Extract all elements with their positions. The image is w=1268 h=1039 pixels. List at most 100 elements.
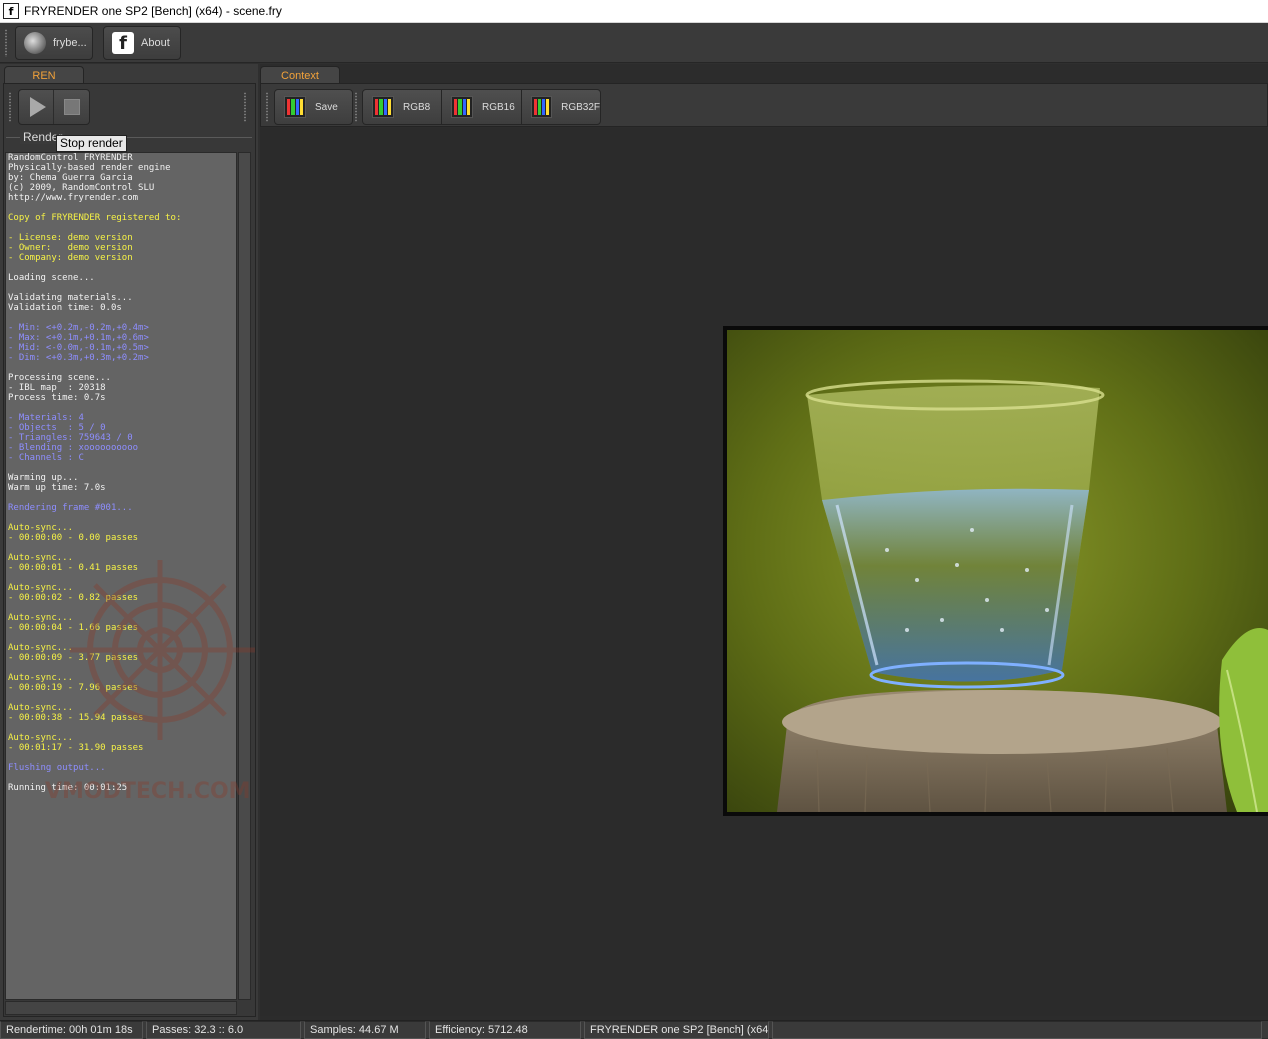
log-line: - Max: <+0.1m,+0.1m,+0.6m>	[8, 333, 149, 343]
log-line: Physically-based render engine	[8, 163, 171, 173]
log-line: Auto-sync...	[8, 673, 74, 683]
log-line: Auto-sync...	[8, 583, 74, 593]
log-line: - 00:00:09 - 3.77 passes	[8, 653, 139, 663]
log-line: Validating materials...	[8, 293, 133, 303]
log-line: - 00:00:38 - 15.94 passes	[8, 713, 144, 723]
tab-context[interactable]: Context	[260, 66, 340, 84]
facebook-icon: f	[112, 32, 134, 54]
log-line: - 00:00:02 - 0.82 passes	[8, 593, 139, 603]
samples-label: Samples:	[310, 1024, 356, 1036]
log-line: - 00:00:04 - 1.66 passes	[8, 623, 139, 633]
log-line: Flushing output...	[8, 763, 106, 773]
rendered-glass-scene	[727, 330, 1268, 812]
save-button[interactable]: Save	[274, 89, 353, 125]
log-line: - 00:00:01 - 0.41 passes	[8, 563, 139, 573]
log-line: - Company: demo version	[8, 253, 133, 263]
window-title: FRYRENDER one SP2 [Bench] (x64) - scene.…	[24, 4, 282, 18]
save-button-label: Save	[315, 101, 338, 113]
context-toolbar-grip-2[interactable]	[354, 92, 358, 122]
main-toolbar: frybe... f About	[0, 23, 1268, 63]
status-product: FRYRENDER one SP2 [Bench] (x64)	[584, 1021, 769, 1039]
log-line: Auto-sync...	[8, 703, 74, 713]
log-line: Warming up...	[8, 473, 79, 483]
log-line: Auto-sync...	[8, 643, 74, 653]
save-image-icon	[284, 96, 306, 118]
rgb32f-icon	[531, 96, 553, 118]
status-passes: Passes: 32.3 :: 6.0	[146, 1021, 301, 1039]
rendertime-value: 00h 01m 18s	[68, 1024, 133, 1036]
about-button-label: About	[141, 37, 170, 49]
log-line: Processing scene...	[8, 373, 111, 383]
toolbar-grip[interactable]	[4, 29, 8, 57]
log-horizontal-scrollbar[interactable]	[5, 1001, 237, 1015]
rgb32f-button-label: RGB32F	[561, 101, 600, 113]
samples-value: 44.67 M	[358, 1024, 399, 1036]
stop-icon	[63, 99, 80, 115]
context-toolbar-grip[interactable]	[265, 92, 269, 122]
render-log[interactable]: RandomControl FRYRENDER Physically-based …	[5, 152, 237, 1000]
log-line: - 00:00:00 - 0.00 passes	[8, 533, 139, 543]
log-line: Warm up time: 7.0s	[8, 483, 106, 493]
window-title-bar: f FRYRENDER one SP2 [Bench] (x64) - scen…	[0, 0, 1268, 23]
log-line: Loading scene...	[8, 273, 95, 283]
frybench-button[interactable]: frybe...	[15, 26, 93, 60]
status-efficiency: Efficiency: 5712.48	[429, 1021, 581, 1039]
log-line: - 00:00:19 - 7.96 passes	[8, 683, 139, 693]
log-line: Copy of FRYRENDER registered to:	[8, 213, 182, 223]
log-line: by: Chema Guerra Garcia	[8, 173, 133, 183]
log-line: Auto-sync...	[8, 523, 74, 533]
log-scrollbar[interactable]	[238, 152, 251, 1000]
log-line: - Dim: <+0.3m,+0.3m,+0.2m>	[8, 353, 149, 363]
efficiency-value: 5712.48	[488, 1024, 528, 1036]
rgb32f-button[interactable]: RGB32F	[521, 89, 601, 125]
rendertime-label: Rendertime:	[6, 1024, 66, 1036]
efficiency-label: Efficiency:	[435, 1024, 485, 1036]
log-line: - Channels : C	[8, 453, 84, 463]
passes-value: 32.3 :: 6.0	[194, 1024, 244, 1036]
stop-render-tooltip: Stop render	[56, 135, 127, 152]
log-line: (c) 2009, RandomControl SLU	[8, 183, 155, 193]
rendered-image[interactable]	[727, 330, 1268, 812]
about-button[interactable]: f About	[103, 26, 181, 60]
render-toolbar-grip-right[interactable]	[243, 92, 247, 122]
log-line: Auto-sync...	[8, 733, 74, 743]
frybench-button-label: frybe...	[53, 37, 87, 49]
log-line: - 00:01:17 - 31.90 passes	[8, 743, 144, 753]
log-line: Process time: 0.7s	[8, 393, 106, 403]
tab-ren[interactable]: REN	[4, 66, 84, 84]
app-icon[interactable]: f	[3, 3, 19, 19]
log-line: - Objects : 5 / 0	[8, 423, 106, 433]
start-render-button[interactable]	[19, 90, 55, 124]
rgb8-button[interactable]: RGB8	[362, 89, 442, 125]
log-line: - Triangles: 759643 / 0	[8, 433, 133, 443]
passes-label: Passes:	[152, 1024, 192, 1036]
status-rendertime: Rendertime: 00h 01m 18s	[0, 1021, 143, 1039]
log-line: Auto-sync...	[8, 613, 74, 623]
rgb16-button[interactable]: RGB16	[441, 89, 522, 125]
log-line: - IBL map : 20318	[8, 383, 106, 393]
stop-render-button[interactable]	[54, 90, 89, 124]
log-line: - License: demo version	[8, 233, 133, 243]
log-line: Running time: 00:01:25	[8, 783, 128, 793]
rgb8-icon	[372, 96, 394, 118]
render-toolbar-grip[interactable]	[8, 92, 12, 122]
log-line: - Materials: 4	[8, 413, 84, 423]
play-icon	[29, 97, 46, 117]
